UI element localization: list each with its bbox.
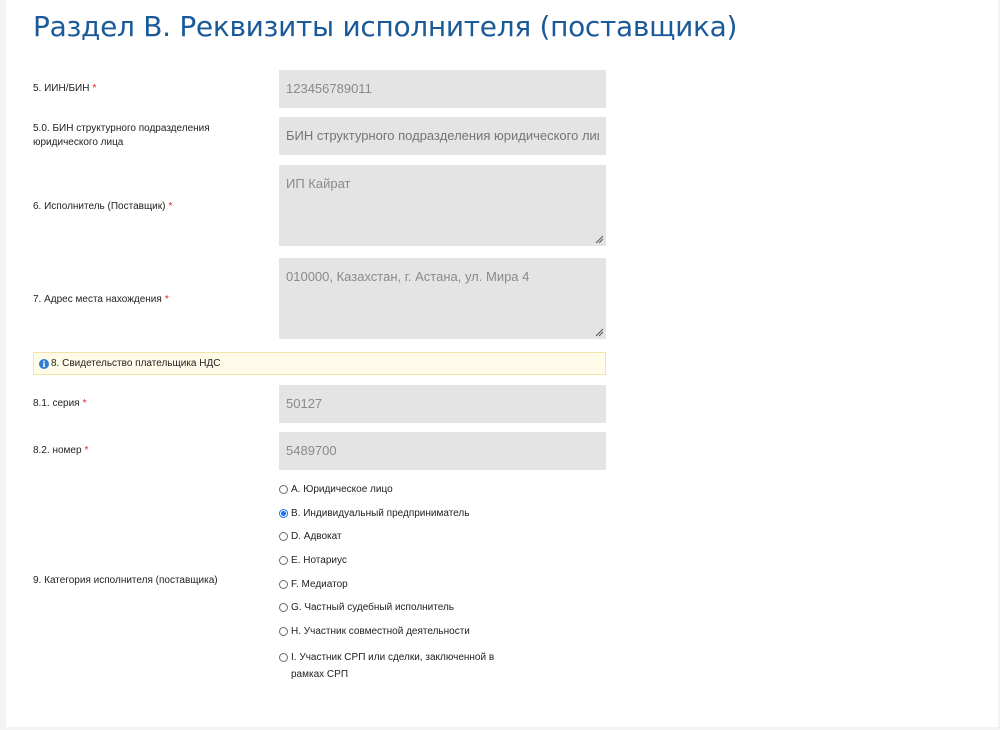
radio-button[interactable] [279, 580, 288, 589]
address-textarea[interactable]: 010000, Казахстан, г. Астана, ул. Мира 4 [279, 258, 606, 339]
category-option-e[interactable]: E. Нотариус [279, 554, 529, 568]
radio-button[interactable] [279, 627, 288, 636]
category-option-g[interactable]: G. Частный судебный исполнитель [279, 601, 529, 615]
category-option-label: F. Медиатор [291, 579, 348, 590]
required-marker: * [168, 201, 173, 212]
category-option-label: H. Участник совместной деятельности [291, 626, 470, 637]
required-marker: * [92, 83, 97, 94]
number-label: 8.2. номер * [33, 444, 88, 458]
category-option-h[interactable]: H. Участник совместной деятельности [279, 625, 529, 639]
branch-bin-input[interactable] [279, 117, 606, 155]
category-option-a[interactable]: A. Юридическое лицо [279, 483, 529, 497]
radio-button[interactable] [279, 532, 288, 541]
address-label: 7. Адрес места нахождения * [33, 293, 169, 307]
category-option-f[interactable]: F. Медиатор [279, 578, 529, 592]
vat-certificate-label: 8. Свидетельство плательщика НДС [51, 358, 221, 369]
supplier-textarea[interactable]: ИП Кайрат [279, 165, 606, 246]
required-marker: * [82, 398, 87, 409]
category-option-label: B. Индивидуальный предприниматель [291, 508, 470, 519]
section-title: Раздел B. Реквизиты исполнителя (поставщ… [33, 10, 738, 43]
resize-handle-icon[interactable] [594, 234, 604, 244]
radio-button[interactable] [279, 603, 288, 612]
category-option-label: A. Юридическое лицо [291, 484, 393, 495]
supplier-value: ИП Кайрат [286, 176, 351, 191]
info-icon: i [39, 358, 49, 369]
series-label: 8.1. серия * [33, 397, 87, 411]
category-option-i[interactable]: I. Участник СРП или сделки, заключенной … [279, 649, 529, 683]
radio-button[interactable] [279, 653, 288, 662]
branch-bin-label: 5.0. БИН структурного подразделения юрид… [33, 123, 210, 148]
series-input[interactable] [279, 385, 606, 423]
supplier-label-text: 6. Исполнитель (Поставщик) [33, 201, 166, 212]
address-value: 010000, Казахстан, г. Астана, ул. Мира 4 [286, 269, 530, 284]
radio-button[interactable] [279, 485, 288, 494]
address-label-text: 7. Адрес места нахождения [33, 294, 162, 305]
radio-button-checked[interactable] [279, 509, 288, 518]
iin-bin-label-text: 5. ИИН/БИН [33, 83, 90, 94]
vat-certificate-notice: i 8. Свидетельство плательщика НДС [33, 352, 606, 375]
series-label-text: 8.1. серия [33, 398, 80, 409]
category-option-label: G. Частный судебный исполнитель [291, 602, 454, 613]
category-option-d[interactable]: D. Адвокат [279, 530, 529, 544]
number-label-text: 8.2. номер [33, 445, 82, 456]
required-marker: * [84, 445, 89, 456]
iin-bin-label: 5. ИИН/БИН * [33, 82, 96, 96]
category-label: 9. Категория исполнителя (поставщика) [33, 575, 218, 586]
required-marker: * [164, 294, 169, 305]
category-option-label: D. Адвокат [291, 531, 342, 542]
radio-button[interactable] [279, 556, 288, 565]
supplier-label: 6. Исполнитель (Поставщик) * [33, 200, 172, 214]
iin-bin-input[interactable] [279, 70, 606, 108]
category-option-label: I. Участник СРП или сделки, заключенной … [291, 652, 495, 680]
category-option-b[interactable]: B. Индивидуальный предприниматель [279, 507, 529, 521]
resize-handle-icon[interactable] [594, 327, 604, 337]
number-input[interactable] [279, 432, 606, 470]
category-option-label: E. Нотариус [291, 555, 347, 566]
